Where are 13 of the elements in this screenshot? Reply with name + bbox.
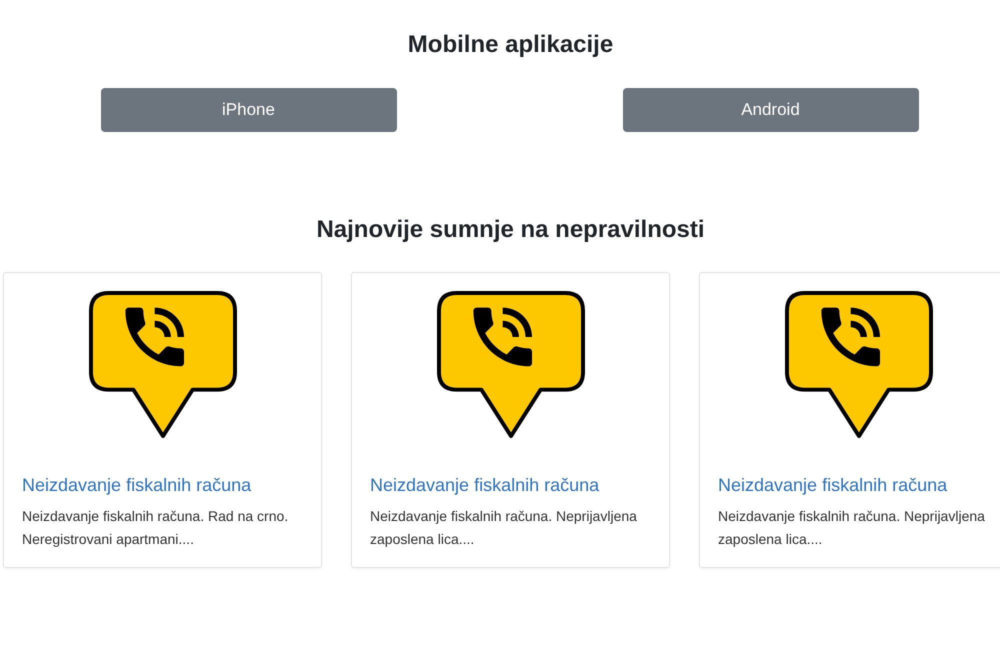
phone-speech-bubble-icon bbox=[436, 290, 584, 440]
report-description: Neizdavanje fiskalnih računa. Neprijavljena zaposlena lica.... bbox=[370, 507, 638, 549]
report-title-link[interactable]: Neizdavanje fiskalnih računa bbox=[718, 474, 948, 496]
report-title-link[interactable]: Neizdavanje fiskalnih računa bbox=[22, 474, 252, 496]
phone-speech-bubble-icon bbox=[88, 290, 236, 440]
report-description: Neizdavanje fiskalnih računa. Neprijavljena zaposlena lica.... bbox=[718, 507, 986, 549]
phone-speech-bubble-icon bbox=[784, 290, 932, 440]
section-heading: Najnovije sumnje na nepravilnosti bbox=[316, 215, 705, 245]
report-description: Neizdavanje fiskalnih računa. Rad na crno. Neregistrovani apartmani.... bbox=[22, 507, 290, 549]
report-title-link[interactable]: Neizdavanje fiskalnih računa bbox=[370, 474, 600, 496]
app-download-button[interactable]: iPhone bbox=[100, 88, 396, 132]
section-heading: Mobilne aplikacije bbox=[408, 30, 614, 60]
app-download-button[interactable]: Android bbox=[622, 88, 918, 132]
